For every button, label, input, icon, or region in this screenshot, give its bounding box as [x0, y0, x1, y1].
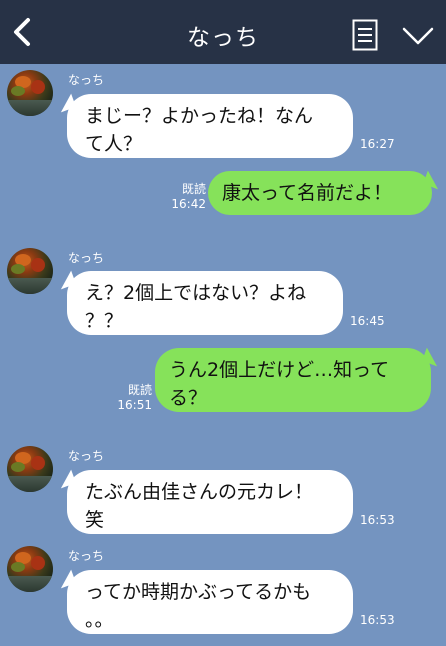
message-text: 康太って名前だよ！ [222, 182, 393, 204]
chat-header: なっち [0, 0, 446, 64]
message-text: 笑 [85, 509, 105, 531]
message-time: 16:45 [350, 314, 385, 328]
message-bubble[interactable]: え？2個上ではない？よね ？？ [67, 271, 343, 335]
message-text: て人？ [85, 133, 143, 155]
avatar[interactable] [7, 446, 53, 492]
message-bubble[interactable]: たぶん由佳さんの元カレ！ 笑 [67, 470, 353, 534]
read-receipt: 既読 16:51 [112, 383, 152, 413]
expand-button[interactable] [402, 26, 434, 46]
message-text: たぶん由佳さんの元カレ！ [85, 481, 314, 503]
message-bubble[interactable]: まじー？よかったね！なん て人？ [67, 94, 353, 158]
avatar[interactable] [7, 546, 53, 592]
sender-name: なっち [68, 549, 105, 563]
message-text: る？ [169, 387, 208, 409]
message-text: うん2個上だけど…知って [169, 359, 390, 381]
message-time: 16:53 [360, 513, 395, 527]
sender-name: なっち [68, 449, 105, 463]
avatar[interactable] [7, 248, 53, 294]
chat-title: なっち [187, 25, 259, 51]
sender-name: なっち [68, 251, 105, 265]
read-receipt: 既読 16:42 [166, 182, 206, 212]
message-text: ってか時期かぶってるかも [85, 581, 312, 603]
message-bubble[interactable]: 康太って名前だよ！ [208, 171, 432, 215]
message-bubble[interactable]: うん2個上だけど…知って る？ [155, 348, 431, 412]
message-text: 。。 [85, 609, 114, 631]
message-text: まじー？よかったね！なん [85, 105, 314, 127]
message-time: 16:27 [360, 137, 395, 151]
message-time: 16:42 [171, 197, 206, 211]
message-time: 16:53 [360, 613, 395, 627]
notes-icon [352, 19, 378, 51]
avatar[interactable] [7, 70, 53, 116]
sender-name: なっち [68, 73, 105, 87]
message-bubble[interactable]: ってか時期かぶってるかも 。。 [67, 570, 353, 634]
notes-button[interactable] [352, 19, 378, 51]
message-text: え？2個上ではない？よね [85, 282, 307, 304]
message-time: 16:51 [117, 398, 152, 412]
chevron-down-icon [402, 27, 434, 45]
message-text: ？？ [85, 310, 124, 332]
